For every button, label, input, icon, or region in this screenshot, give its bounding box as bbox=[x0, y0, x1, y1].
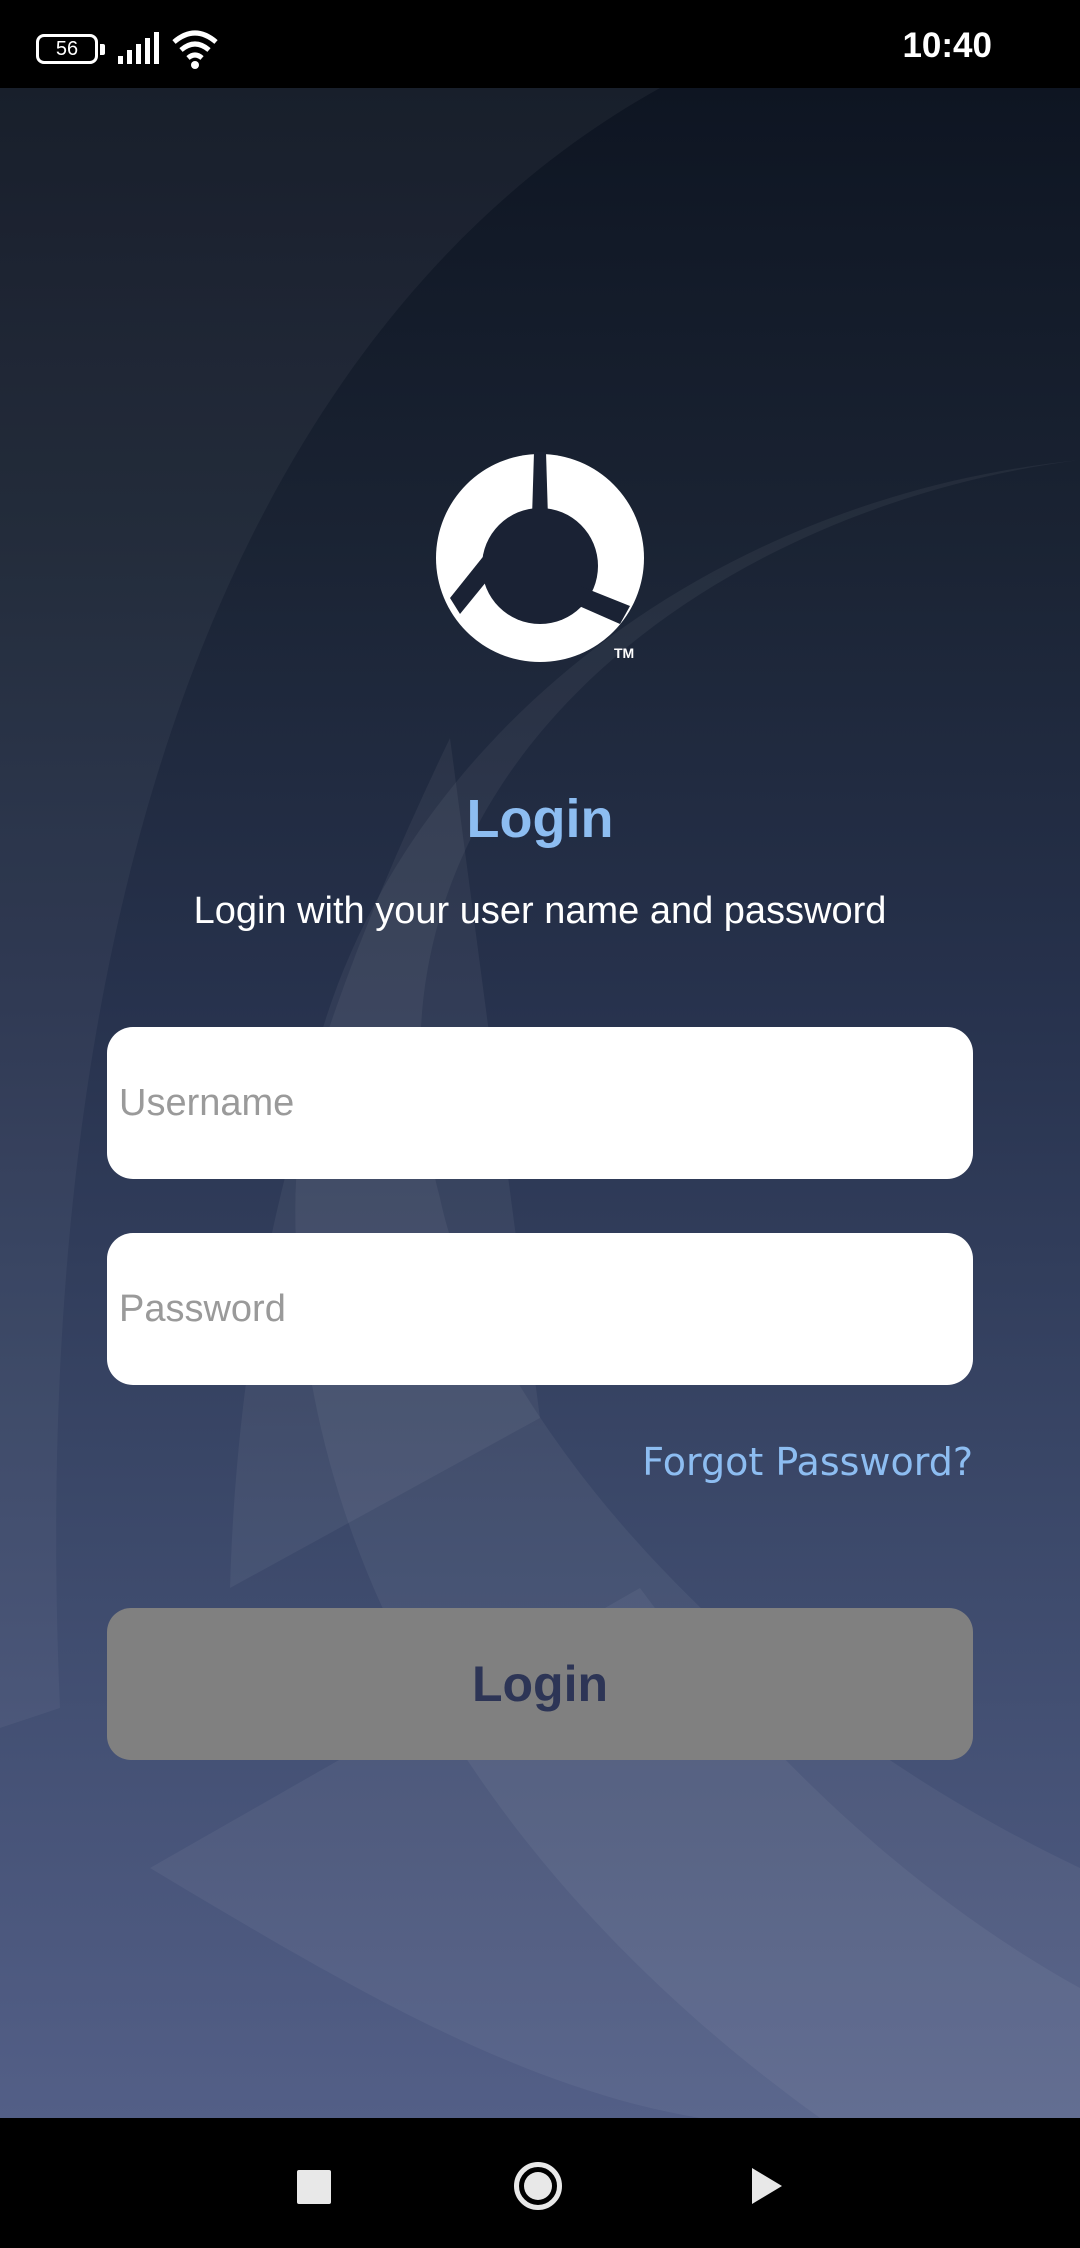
status-bar: 56 10:40 bbox=[0, 0, 1080, 88]
battery-tip bbox=[100, 44, 105, 55]
back-icon[interactable] bbox=[750, 2166, 784, 2206]
app-logo: TM bbox=[436, 452, 644, 662]
battery-level: 56 bbox=[55, 37, 79, 60]
trademark-mark: TM bbox=[614, 645, 634, 661]
navigation-bar bbox=[0, 2118, 1080, 2248]
page-title: Login bbox=[466, 789, 614, 849]
forgot-password-link[interactable]: Forgot Password? bbox=[642, 1440, 973, 1484]
login-screen: TM Login Login with your user name and p… bbox=[0, 88, 1080, 2118]
username-input[interactable] bbox=[107, 1027, 973, 1179]
recents-icon[interactable] bbox=[297, 2170, 331, 2204]
battery-icon: 56 bbox=[36, 34, 98, 64]
login-button[interactable]: Login bbox=[107, 1608, 973, 1760]
home-icon[interactable] bbox=[514, 2162, 562, 2210]
wifi-icon bbox=[172, 30, 218, 69]
password-input[interactable] bbox=[107, 1233, 973, 1385]
home-icon-dot bbox=[524, 2172, 552, 2200]
status-time: 10:40 bbox=[902, 26, 992, 65]
signal-icon bbox=[118, 32, 159, 64]
page-subtitle: Login with your user name and password bbox=[193, 890, 887, 932]
